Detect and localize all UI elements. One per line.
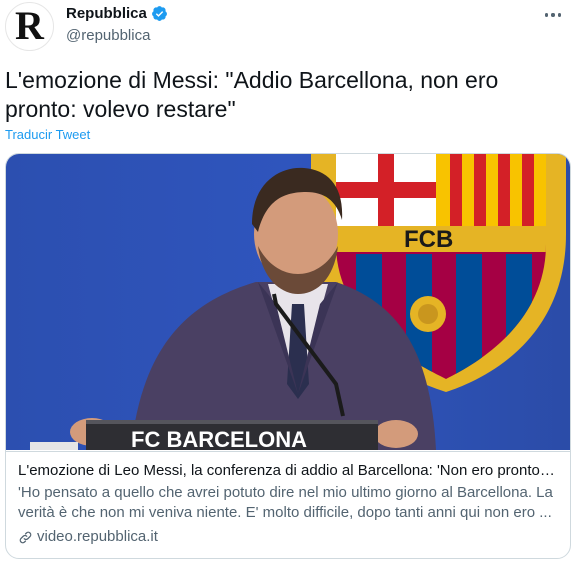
- verified-badge-icon: [151, 6, 167, 21]
- display-name[interactable]: Repubblica: [66, 5, 168, 22]
- display-name-text[interactable]: Repubblica: [66, 5, 147, 22]
- card-image[interactable]: FCB FC BARCELONA: [6, 154, 570, 450]
- card-title[interactable]: L'emozione di Leo Messi, la conferenza d…: [18, 460, 558, 481]
- avatar[interactable]: R: [5, 2, 54, 51]
- handle[interactable]: @repubblica: [66, 27, 150, 44]
- card-body[interactable]: L'emozione di Leo Messi, la conferenza d…: [6, 451, 570, 555]
- crest-text: FCB: [404, 226, 453, 253]
- more-options-icon[interactable]: [542, 4, 564, 26]
- link-icon: [19, 531, 32, 543]
- dot-icon: [544, 13, 549, 17]
- card-domain[interactable]: video.repubblica.it: [18, 527, 558, 547]
- avatar-letter: R: [15, 2, 44, 48]
- card-description: 'Ho pensato a quello che avrei potuto di…: [18, 484, 553, 521]
- tweet-text: L'emozione di Messi: "Addio Barcellona, …: [5, 67, 499, 122]
- translate-tweet-link[interactable]: Traducir Tweet: [5, 127, 90, 142]
- card-domain-text[interactable]: video.repubblica.it: [37, 527, 158, 547]
- podium: FC BARCELONA: [86, 420, 378, 450]
- podium-label: FC BARCELONA: [131, 427, 307, 450]
- dot-icon: [551, 13, 555, 17]
- dot-icon: [557, 13, 562, 17]
- link-card[interactable]: FCB FC BARCELONA L'emozione di Leo Messi…: [5, 153, 571, 559]
- press-conference-photo: FCB FC BARCELONA: [6, 154, 570, 450]
